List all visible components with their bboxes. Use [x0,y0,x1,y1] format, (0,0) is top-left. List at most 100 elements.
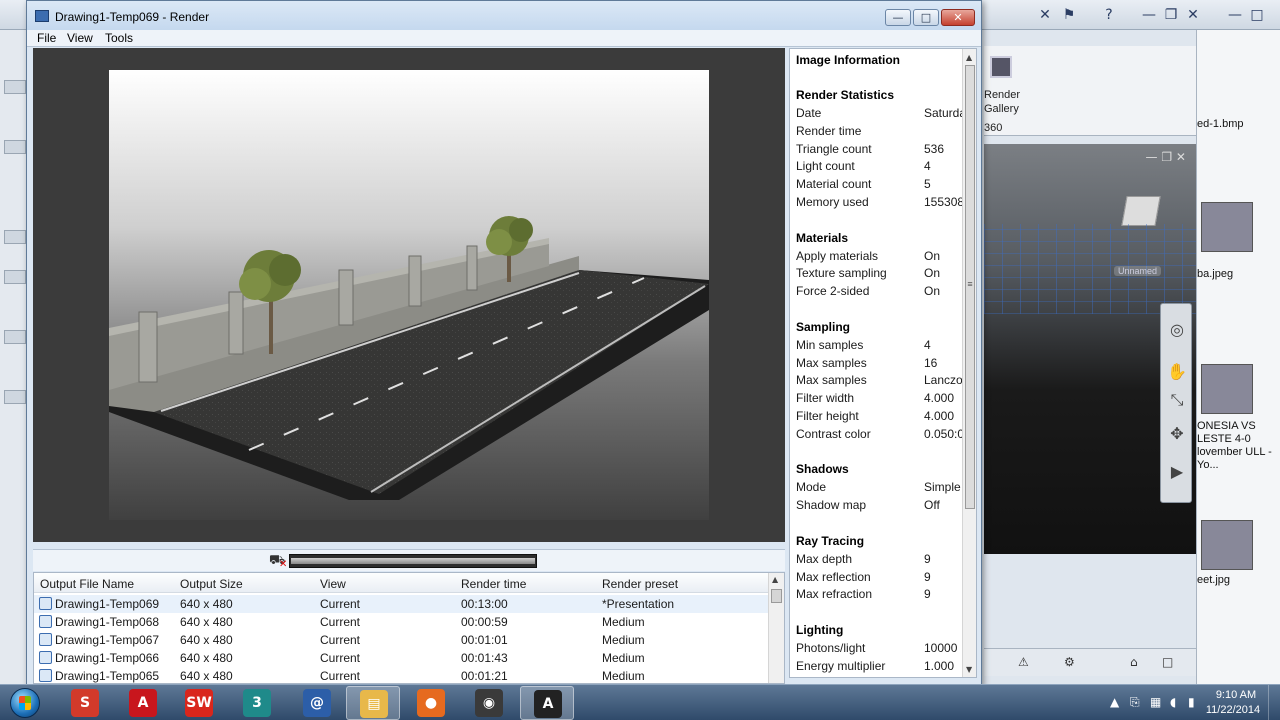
history-row[interactable]: Drawing1-Temp066 640 x 480 Current 00:01:43… [34,649,768,667]
scroll-down-icon[interactable]: ▼ [966,665,972,674]
steering-wheel-icon[interactable]: ◎ [1165,318,1189,342]
taskbar-app-firefox[interactable]: ● [404,686,458,720]
left-panel-item[interactable] [4,390,26,404]
info-scrollbar[interactable]: ▲ ≡ ▼ [962,49,976,677]
history-scrollbar[interactable]: ▲ [768,573,784,683]
file-item[interactable]: eet.jpg [1197,574,1280,587]
file-item[interactable]: ba.jpeg [1197,268,1280,281]
help-icon[interactable]: ? [1100,6,1118,24]
maximize-button[interactable]: □ [913,9,939,26]
taskbar-app-recorder[interactable]: ◉ [462,686,516,720]
file-thumbnail[interactable] [1201,202,1253,252]
annotation-icon[interactable]: ⚠ [1018,655,1029,669]
explorer-icon: ▤ [360,690,388,718]
info-label: Date [796,106,822,120]
render-viewport [33,48,785,542]
history-row[interactable]: Drawing1-Temp067 640 x 480 Current 00:01:01… [34,631,768,649]
info-section-heading: Ray Tracing [796,533,865,548]
rendered-road-scene [109,216,709,500]
menu-tools[interactable]: Tools [105,31,133,45]
lock-icon[interactable]: ⌂ [1130,655,1138,669]
viewport-named-view[interactable]: Unnamed [1114,266,1162,276]
menu-file[interactable]: File [37,31,56,45]
thunderbird-icon: @ [303,689,331,717]
history-cell-size: 640 x 480 [180,633,233,647]
cancel-render-icon[interactable]: ⛟ ✕ [269,553,287,570]
tray-expand-icon[interactable]: ▲ [1110,695,1119,709]
history-cell-time: 00:01:43 [461,651,508,665]
bg-close-icon[interactable]: ✕ [1184,6,1202,24]
fullscreen-icon[interactable]: □ [1162,655,1173,669]
col-render-preset[interactable]: Render preset [602,577,678,591]
minimize-button[interactable]: — [885,9,911,26]
zoom-icon[interactable]: ⤡ [1165,388,1189,412]
tray-volume-icon[interactable]: ◖ [1170,695,1176,709]
col-output-size[interactable]: Output Size [180,577,243,591]
viewcube-icon[interactable] [1121,196,1161,226]
left-panel-item[interactable] [4,80,26,94]
solidworks-icon: SW [185,689,213,717]
clock-time[interactable]: 9:10 AM [1208,689,1264,701]
taskbar-app-autocad-render[interactable]: A [520,686,574,720]
history-cell-preset: Medium [602,633,645,647]
viewport-window-controls[interactable]: — ❐ ✕ [1146,150,1186,164]
file-thumbnail[interactable] [1201,520,1253,570]
bg-restore-icon[interactable]: ❐ [1162,6,1180,24]
render-gallery-label[interactable]: Render Gallery [984,88,1024,116]
close-button[interactable]: ✕ [941,9,975,26]
col-render-time[interactable]: Render time [461,577,526,591]
orbit-icon[interactable]: ✥ [1165,422,1189,446]
tray-action-icon[interactable]: ▮ [1188,695,1195,709]
start-button[interactable] [2,686,52,720]
taskbar-app-autocad[interactable]: A [116,686,170,720]
sketchup-icon: S [71,689,99,717]
scroll-up-icon[interactable]: ▲ [772,575,778,584]
info-label: Photons/light [796,641,866,655]
firefox-icon: ● [417,689,445,717]
pan-hand-icon[interactable]: ✋ [1165,360,1189,384]
history-cell-time: 00:13:00 [461,597,508,611]
col-output-file-name[interactable]: Output File Name [40,577,134,591]
render-gallery-icon[interactable] [990,56,1012,78]
history-cell-size: 640 x 480 [180,651,233,665]
history-row[interactable]: Drawing1-Temp068 640 x 480 Current 00:00:59… [34,613,768,631]
taskbar-app-explorer[interactable]: ▤ [346,686,400,720]
scroll-up-icon[interactable]: ▲ [966,53,972,62]
ribbon-360-label[interactable]: 360 [984,122,1002,134]
exchange-icon[interactable]: ⚑ [1060,6,1078,24]
settings-icon[interactable]: ⚙ [1064,655,1075,669]
taskbar-app-3dsmax[interactable]: 3 [230,686,284,720]
bg-minimize-icon-2[interactable]: — [1226,6,1244,24]
history-row[interactable]: Drawing1-Temp065 640 x 480 Current 00:01:21… [34,667,768,683]
close-x-icon[interactable]: ✕ [1036,6,1054,24]
info-label: Min samples [796,337,864,352]
left-panel-item[interactable] [4,330,26,344]
history-scroll-thumb[interactable] [771,589,782,603]
history-cell-time: 00:00:59 [461,615,508,629]
autocad-icon: A [129,689,157,717]
show-desktop-button[interactable] [1268,685,1280,720]
menu-view[interactable]: View [67,31,93,45]
showmotion-icon[interactable]: ▶ [1165,460,1189,484]
tray-network-icon[interactable]: ▦ [1150,695,1161,709]
video-thumbnail[interactable] [1201,364,1253,414]
taskbar-app-thunderbird[interactable]: @ [290,686,344,720]
info-section-heading: Render Statistics [796,88,895,102]
file-item[interactable]: ed-1.bmp [1197,118,1280,131]
file-item[interactable]: ONESIA VS LESTE 4-0 lovember ULL - Yo... [1197,420,1280,472]
rendered-image [109,70,709,520]
clock-date[interactable]: 11/22/2014 [1200,704,1266,716]
render-progress-bar [289,554,537,568]
tray-device-icon[interactable]: ⎘ [1130,695,1140,710]
bg-minimize-icon[interactable]: — [1140,6,1158,24]
left-panel-item[interactable] [4,140,26,154]
info-section-heading: Shadows [796,462,849,477]
taskbar-app-sketchup[interactable]: S [58,686,112,720]
col-view[interactable]: View [320,577,346,591]
left-panel-item[interactable] [4,270,26,284]
left-panel-item[interactable] [4,230,26,244]
taskbar-app-solidworks[interactable]: SW [172,686,226,720]
render-title-bar[interactable]: Drawing1-Temp069 - Render — □ ✕ [27,1,981,31]
history-row[interactable]: Drawing1-Temp069 640 x 480 Current 00:13:00… [34,595,768,613]
bg-maximize-icon-2[interactable]: □ [1248,6,1266,24]
